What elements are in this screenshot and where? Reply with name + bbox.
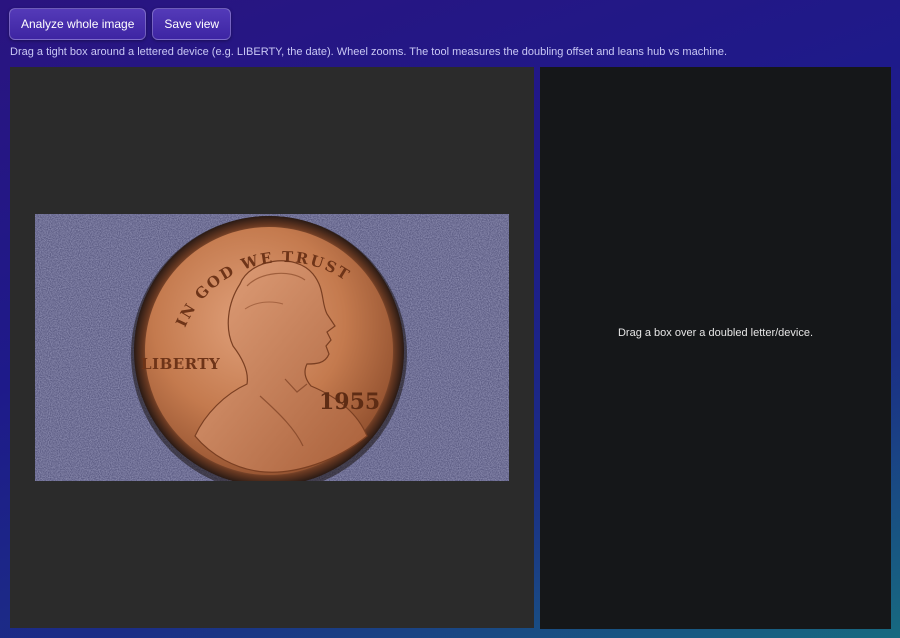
analysis-empty-message: Drag a box over a doubled letter/device. (617, 327, 814, 339)
penny-coin: IN GOD WE TRUST LIBERTY 1955 (131, 216, 407, 481)
coin-date: 1955 (319, 389, 380, 415)
coin-liberty: LIBERTY (141, 355, 220, 373)
toolbar: Analyze whole image Save view (9, 8, 232, 40)
instructions-text: Drag a tight box around a lettered devic… (10, 46, 728, 58)
coin-photo[interactable]: IN GOD WE TRUST LIBERTY 1955 (35, 214, 509, 481)
image-viewer-canvas[interactable]: IN GOD WE TRUST LIBERTY 1955 (10, 67, 534, 628)
analyze-whole-image-button[interactable]: Analyze whole image (9, 8, 147, 40)
coin-photo-svg: IN GOD WE TRUST LIBERTY 1955 (35, 214, 509, 481)
save-view-button[interactable]: Save view (152, 8, 232, 40)
analysis-panel: Drag a box over a doubled letter/device. (540, 67, 891, 629)
